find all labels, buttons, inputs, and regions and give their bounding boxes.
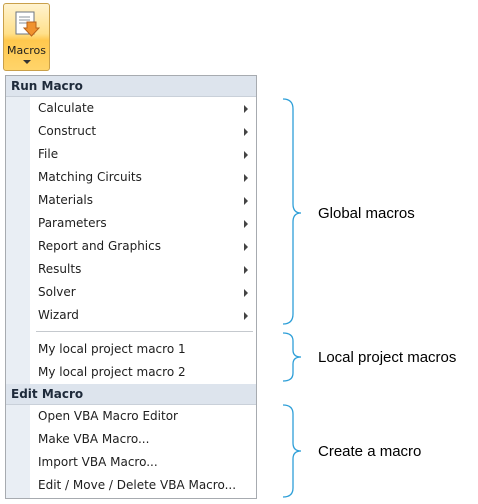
annotation-brackets <box>282 98 302 498</box>
global-macros-bracket <box>282 98 302 325</box>
local-project-macros-note: Local project macros <box>318 349 457 366</box>
local-macros-bracket <box>282 332 302 382</box>
global-macros-note: Global macros <box>318 205 415 222</box>
create-macro-note: Create a macro <box>318 443 422 460</box>
create-macro-bracket <box>282 404 302 498</box>
